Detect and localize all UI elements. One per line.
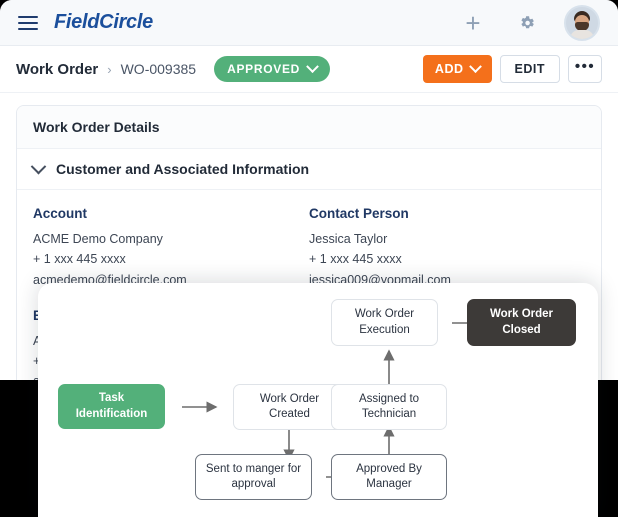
flow-node-work-order-execution[interactable]: Work Order Execution (331, 299, 438, 346)
workflow-diagram-overlay: Task Identification Work Order Created S… (38, 283, 598, 517)
field-label: Account (33, 206, 87, 221)
flow-node-work-order-created[interactable]: Work Order Created (233, 384, 346, 430)
field-value: Jessica Taylor (309, 232, 388, 246)
field-contact-person: Contact Person Jessica Taylor + 1 xxx 44… (309, 206, 585, 290)
avatar-face (570, 10, 594, 39)
breadcrumb-root-link[interactable]: Work Order (16, 61, 98, 78)
flow-node-task-identification[interactable]: Task Identification (58, 384, 165, 429)
flow-node-approved-by-manager[interactable]: Approved By Manager (331, 454, 447, 500)
chevron-down-icon (30, 158, 47, 174)
breadcrumb-separator-icon: › (107, 61, 112, 77)
chevron-down-icon (468, 59, 482, 73)
status-badge[interactable]: APPROVED (214, 56, 331, 82)
section-title: Customer and Associated Information (56, 161, 310, 177)
breadcrumb-record-id: WO-009385 (120, 61, 197, 77)
field-value: + 1 xxx 445 xxxx (33, 252, 126, 267)
app-logo: FieldCircle (54, 11, 153, 33)
card-title: Work Order Details (17, 106, 601, 149)
field-account: Account ACME Demo Company + 1 xxx 445 xx… (33, 206, 309, 290)
edit-button[interactable]: EDIT (499, 55, 560, 83)
avatar-body (570, 29, 594, 39)
flow-node-assigned-to-technician[interactable]: Assigned to Technician (331, 384, 447, 430)
add-button-label: ADD (434, 62, 464, 76)
more-options-button[interactable]: ••• (568, 55, 602, 83)
plus-icon[interactable]: + (460, 10, 486, 36)
flow-canvas: Task Identification Work Order Created S… (38, 283, 598, 517)
chevron-down-icon (306, 59, 319, 73)
user-avatar[interactable] (564, 4, 600, 41)
field-value: ACME Demo Company (33, 232, 163, 246)
top-navigation-bar: FieldCircle + (0, 0, 618, 46)
gear-icon[interactable] (514, 10, 540, 36)
breadcrumb-action-bar: Work Order › WO-009385 APPROVED ADD EDIT… (0, 46, 618, 93)
field-label: Contact Person (309, 206, 409, 221)
status-badge-label: APPROVED (227, 62, 301, 76)
customer-section-header[interactable]: Customer and Associated Information (17, 149, 601, 190)
flow-node-work-order-closed[interactable]: Work Order Closed (467, 299, 576, 346)
add-button[interactable]: ADD (422, 55, 492, 83)
flow-node-sent-to-manager-for-approval[interactable]: Sent to manger for approval (195, 454, 312, 500)
field-value: + 1 xxx 445 xxxx (309, 252, 402, 267)
hamburger-menu-icon[interactable] (18, 15, 38, 30)
